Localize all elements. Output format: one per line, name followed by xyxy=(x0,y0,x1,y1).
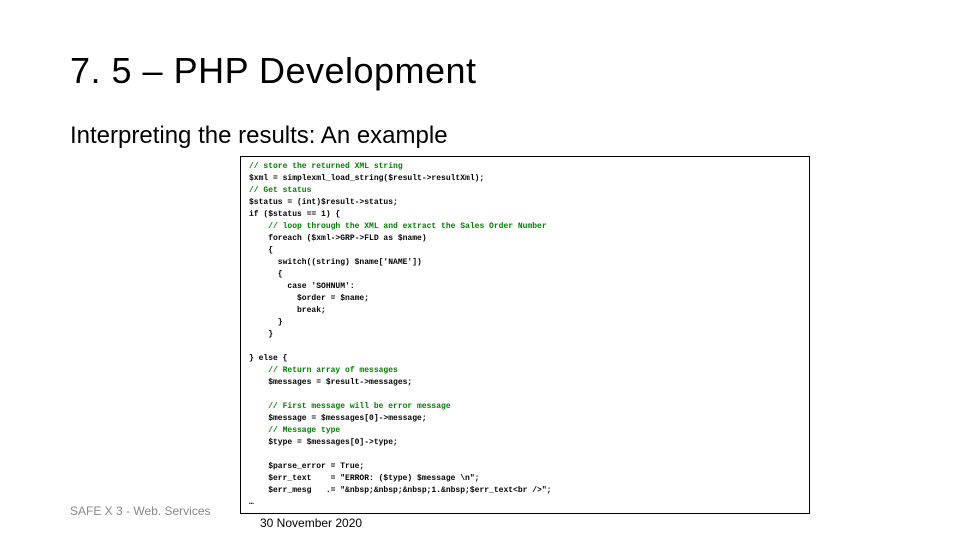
code-line: … xyxy=(249,498,254,507)
code-line: { xyxy=(249,246,273,255)
code-line: { xyxy=(249,270,283,279)
code-line: case 'SOHNUM': xyxy=(249,282,355,291)
footer-date: 30 November 2020 xyxy=(260,516,362,530)
footer-left: SAFE X 3 - Web. Services xyxy=(70,504,211,518)
slide-title: 7. 5 – PHP Development xyxy=(70,50,890,92)
code-line: $parse_error = True; xyxy=(249,462,364,471)
code-line: // First message will be error message xyxy=(249,402,451,411)
code-line: $xml = simplexml_load_string($result->re… xyxy=(249,174,484,183)
slide-subtitle: Interpreting the results: An example xyxy=(70,122,890,150)
code-line: // store the returned XML string xyxy=(249,162,403,171)
code-line: $messages = $result->messages; xyxy=(249,378,412,387)
code-line: $type = $messages[0]->type; xyxy=(249,438,398,447)
code-line: break; xyxy=(249,306,326,315)
slide: 7. 5 – PHP Development Interpreting the … xyxy=(0,0,960,540)
code-line: $err_text = "ERROR: ($type) $message \n"… xyxy=(249,474,479,483)
code-line: // Message type xyxy=(249,426,340,435)
code-line: $err_mesg .= "&nbsp;&nbsp;&nbsp;1.&nbsp;… xyxy=(249,486,551,495)
code-line: switch((string) $name['NAME']) xyxy=(249,258,422,267)
code-line: foreach ($xml->GRP->FLD as $name) xyxy=(249,234,427,243)
code-line: $message = $messages[0]->message; xyxy=(249,414,427,423)
code-line: $status = (int)$result->status; xyxy=(249,198,398,207)
code-line: if ($status == 1) { xyxy=(249,210,340,219)
code-line: $order = $name; xyxy=(249,294,369,303)
code-line: // Return array of messages xyxy=(249,366,398,375)
code-line: } else { xyxy=(249,354,287,363)
code-line: } xyxy=(249,318,283,327)
code-line: // loop through the XML and extract the … xyxy=(249,222,547,231)
code-line: // Get status xyxy=(249,186,311,195)
code-listing: // store the returned XML string $xml = … xyxy=(240,156,810,514)
code-line: } xyxy=(249,330,273,339)
